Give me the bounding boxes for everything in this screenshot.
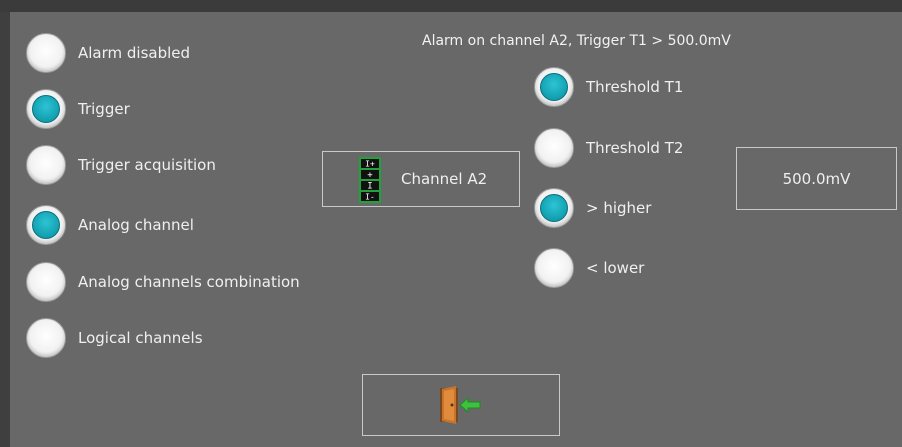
svg-text:I: I [367,182,372,192]
radio-button[interactable] [534,67,574,107]
radio-button[interactable] [26,262,66,302]
option-label: Alarm disabled [78,44,191,62]
option-trigger[interactable]: Trigger [26,89,130,129]
threshold-value-field[interactable]: 500.0mV [736,147,897,210]
channel-connector-icon: I+ + I I- [359,157,381,203]
option-label: < lower [586,259,645,277]
threshold-value: 500.0mV [782,169,851,188]
radio-button[interactable] [26,89,66,129]
option-higher[interactable]: > higher [534,188,651,228]
radio-button[interactable] [534,128,574,168]
exit-button[interactable] [362,374,560,436]
option-lower[interactable]: < lower [534,248,644,288]
svg-text:I-: I- [365,193,375,202]
radio-button[interactable] [534,248,574,288]
exit-door-icon [440,386,481,424]
channel-button-label: Channel A2 [401,170,488,188]
option-threshold-t1[interactable]: Threshold T1 [534,67,683,107]
radio-button[interactable] [26,318,66,358]
option-label: Trigger [78,100,130,118]
option-alarm-disabled[interactable]: Alarm disabled [26,33,190,73]
option-label: > higher [586,199,652,217]
option-trigger-acquisition[interactable]: Trigger acquisition [26,145,216,185]
radio-button[interactable] [26,205,66,245]
option-label: Threshold T2 [586,139,684,157]
option-label: Trigger acquisition [78,156,216,174]
radio-button[interactable] [26,145,66,185]
svg-text:+: + [367,171,373,181]
option-analog-channels-combination[interactable]: Analog channels combination [26,262,300,302]
channel-select-button[interactable]: I+ + I I- Channel A2 [322,151,520,207]
option-label: Analog channels combination [78,273,300,291]
option-threshold-t2[interactable]: Threshold T2 [534,128,683,168]
option-analog-channel[interactable]: Analog channel [26,205,194,245]
window-left-strip [0,12,10,447]
alarm-status-header: Alarm on channel A2, Trigger T1 > 500.0m… [422,33,731,49]
option-label: Threshold T1 [586,78,684,96]
radio-button[interactable] [26,33,66,73]
option-logical-channels[interactable]: Logical channels [26,318,203,358]
svg-text:I+: I+ [365,160,375,169]
window-top-strip [0,0,902,12]
option-label: Logical channels [78,329,203,347]
option-label: Analog channel [78,216,194,234]
radio-button[interactable] [534,188,574,228]
